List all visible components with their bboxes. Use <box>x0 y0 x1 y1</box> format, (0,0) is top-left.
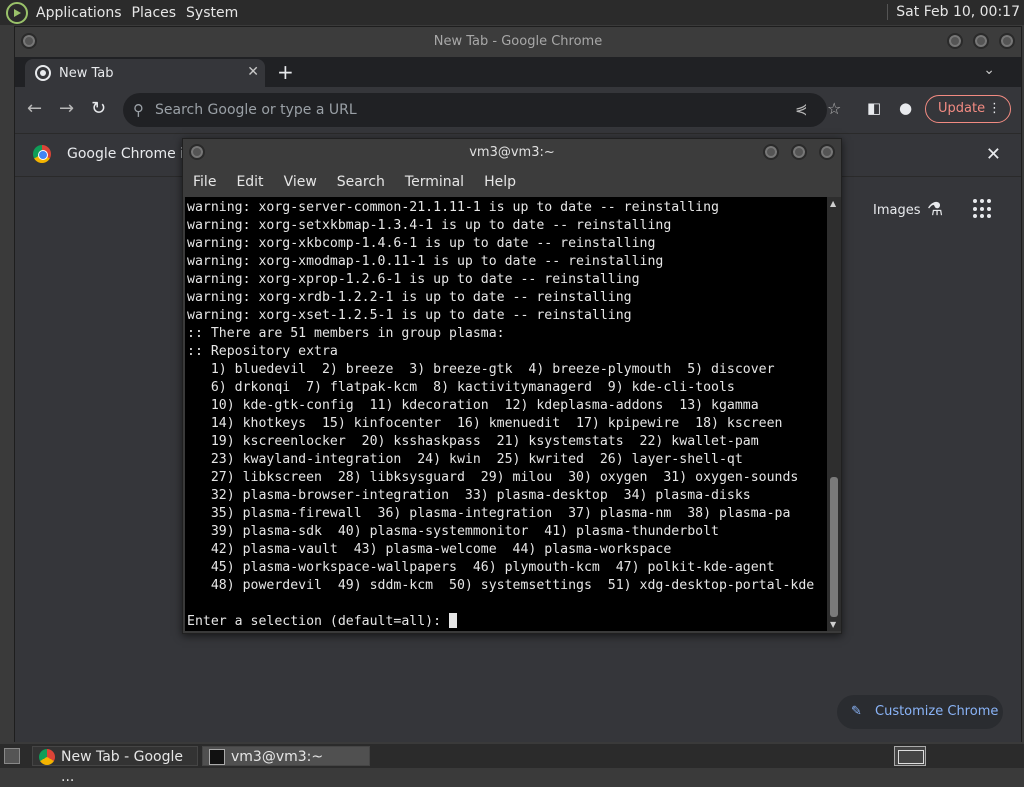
search-icon: ⚲ <box>133 101 144 119</box>
terminal-line: 39) plasma-sdk 40) plasma-systemmonitor … <box>187 524 719 539</box>
terminal-scrollbar[interactable]: ▲ ▼ <box>827 197 841 631</box>
chrome-favicon-icon <box>35 65 51 81</box>
taskbar-chrome[interactable]: New Tab - Google ... <box>32 746 198 785</box>
workspace-switcher[interactable] <box>894 746 926 766</box>
terminal-line: warning: xorg-setxkbmap-1.3.4-1 is up to… <box>187 218 672 233</box>
bookmark-star-icon[interactable]: ☆ <box>827 99 841 118</box>
terminal-line: 32) plasma-browser-integration 33) plasm… <box>187 488 751 503</box>
taskbar-terminal-label: vm3@vm3:~ <box>231 749 324 765</box>
images-link[interactable]: Images <box>873 203 921 218</box>
terminal-taskbar-icon <box>209 749 225 765</box>
tab-search-chevron-icon[interactable]: ⌄ <box>983 62 995 78</box>
update-button[interactable]: Update ⋮ <box>925 95 1011 123</box>
terminal-line: warning: xorg-xprop-1.2.6-1 is up to dat… <box>187 272 640 287</box>
terminal-line: warning: xorg-xmodmap-1.0.11-1 is up to … <box>187 254 664 269</box>
terminal-line: warning: xorg-server-common-21.1.11-1 is… <box>187 200 719 215</box>
forward-arrow-icon[interactable]: → <box>59 98 74 119</box>
terminal-line: warning: xorg-xset-1.2.5-1 is up to date… <box>187 308 632 323</box>
terminal-line: warning: xorg-xrdb-1.2.2-1 is up to date… <box>187 290 632 305</box>
terminal-output[interactable]: warning: xorg-server-common-21.1.11-1 is… <box>185 197 827 631</box>
minimize-button[interactable] <box>947 33 963 49</box>
terminal-line: 48) powerdevil 49) sddm-kcm 50) systemse… <box>187 578 815 593</box>
terminal-maximize-button[interactable] <box>791 144 807 160</box>
scroll-down-arrow-icon[interactable]: ▼ <box>830 620 836 629</box>
terminal-line: 45) plasma-workspace-wallpapers 46) plym… <box>187 560 775 575</box>
terminal-window-title: vm3@vm3:~ <box>469 145 555 160</box>
terminal-line: 42) plasma-vault 43) plasma-welcome 44) … <box>187 542 672 557</box>
taskbar-terminal[interactable]: vm3@vm3:~ <box>202 746 370 766</box>
terminal-menu-file[interactable]: File <box>193 174 216 190</box>
infobar-message: Google Chrome isn <box>67 146 201 162</box>
terminal-close-button[interactable] <box>819 144 835 160</box>
reload-icon[interactable]: ↻ <box>91 98 106 119</box>
customize-label: Customize Chrome <box>875 704 999 719</box>
share-icon[interactable]: ⋞ <box>795 100 808 118</box>
clock[interactable]: Sat Feb 10, 00:17 <box>887 4 1020 20</box>
chrome-window-title: New Tab - Google Chrome <box>433 34 603 49</box>
scrollbar-thumb[interactable] <box>830 477 838 617</box>
infobar-close-icon[interactable]: ✕ <box>986 144 1001 165</box>
terminal-minimize-button[interactable] <box>763 144 779 160</box>
terminal-menu-terminal[interactable]: Terminal <box>405 174 464 190</box>
window-menu-button[interactable] <box>21 33 37 49</box>
profile-avatar-icon[interactable]: ● <box>899 99 912 117</box>
new-tab-plus-icon[interactable]: + <box>277 60 294 84</box>
menu-applications[interactable]: Applications <box>34 5 130 21</box>
chrome-titlebar[interactable]: New Tab - Google Chrome <box>15 27 1021 57</box>
terminal-line: 35) plasma-firewall 36) plasma-integrati… <box>187 506 791 521</box>
top-panel: Applications Places System Sat Feb 10, 0… <box>0 0 1024 25</box>
toolbar: ← → ↻ ⚲ Search Google or type a URL ⋞ ☆ … <box>15 87 1021 133</box>
terminal-menu-view[interactable]: View <box>284 174 317 190</box>
terminal-cursor <box>449 613 458 628</box>
scroll-up-arrow-icon[interactable]: ▲ <box>830 199 836 208</box>
terminal-menu-help[interactable]: Help <box>484 174 516 190</box>
terminal-line: :: Repository extra <box>187 344 338 359</box>
chrome-taskbar-icon <box>39 749 55 765</box>
terminal-menu-search[interactable]: Search <box>337 174 385 190</box>
omnibox-input[interactable]: ⚲ Search Google or type a URL <box>123 93 827 127</box>
close-window-button[interactable] <box>999 33 1015 49</box>
more-menu-icon[interactable]: ⋮ <box>988 96 1001 122</box>
labs-flask-icon[interactable]: ⚗ <box>927 199 943 220</box>
tab-title: New Tab <box>59 65 114 81</box>
menu-places[interactable]: Places <box>130 5 185 21</box>
terminal-titlebar[interactable]: vm3@vm3:~ <box>183 139 841 167</box>
terminal-line: 10) kde-gtk-config 11) kdecoration 12) k… <box>187 398 759 413</box>
terminal-window-menu-button[interactable] <box>189 144 205 160</box>
customize-chrome-button[interactable]: ✎ Customize Chrome <box>837 695 1003 729</box>
terminal-menu-edit[interactable]: Edit <box>236 174 263 190</box>
back-arrow-icon[interactable]: ← <box>27 98 42 119</box>
show-desktop-icon[interactable] <box>4 748 20 764</box>
tabstrip: New Tab ✕ + ⌄ <box>15 57 1021 87</box>
terminal-window: vm3@vm3:~ File Edit View Search Terminal… <box>182 138 842 634</box>
terminal-line: 23) kwayland-integration 24) kwin 25) kw… <box>187 452 743 467</box>
tab-close-icon[interactable]: ✕ <box>247 64 259 80</box>
pencil-icon: ✎ <box>851 704 862 719</box>
terminal-menubar: File Edit View Search Terminal Help <box>183 167 841 197</box>
menu-system[interactable]: System <box>184 5 246 21</box>
terminal-line: 14) khotkeys 15) kinfocenter 16) kmenued… <box>187 416 783 431</box>
terminal-line: 6) drkonqi 7) flatpak-kcm 8) kactivityma… <box>187 380 735 395</box>
terminal-line: 1) bluedevil 2) breeze 3) breeze-gtk 4) … <box>187 362 775 377</box>
terminal-line: 27) libkscreen 28) libksysguard 29) milo… <box>187 470 799 485</box>
omnibox-placeholder: Search Google or type a URL <box>155 102 357 118</box>
terminal-line: 19) kscreenlocker 20) ksshaskpass 21) ks… <box>187 434 759 449</box>
distro-logo-icon[interactable] <box>6 1 28 24</box>
tab-new-tab[interactable]: New Tab ✕ <box>25 59 265 87</box>
update-label: Update <box>938 101 986 116</box>
bottom-panel: New Tab - Google ... vm3@vm3:~ <box>0 744 1024 785</box>
taskbar-chrome-label: New Tab - Google ... <box>61 749 184 785</box>
terminal-line: warning: xorg-xkbcomp-1.4.6-1 is up to d… <box>187 236 656 251</box>
maximize-button[interactable] <box>973 33 989 49</box>
terminal-line: :: There are 51 members in group plasma: <box>187 326 505 341</box>
google-apps-icon[interactable] <box>973 199 993 219</box>
chrome-logo-icon <box>33 145 51 163</box>
side-panel-icon[interactable]: ◧ <box>867 99 881 117</box>
terminal-prompt: Enter a selection (default=all): <box>187 614 450 629</box>
